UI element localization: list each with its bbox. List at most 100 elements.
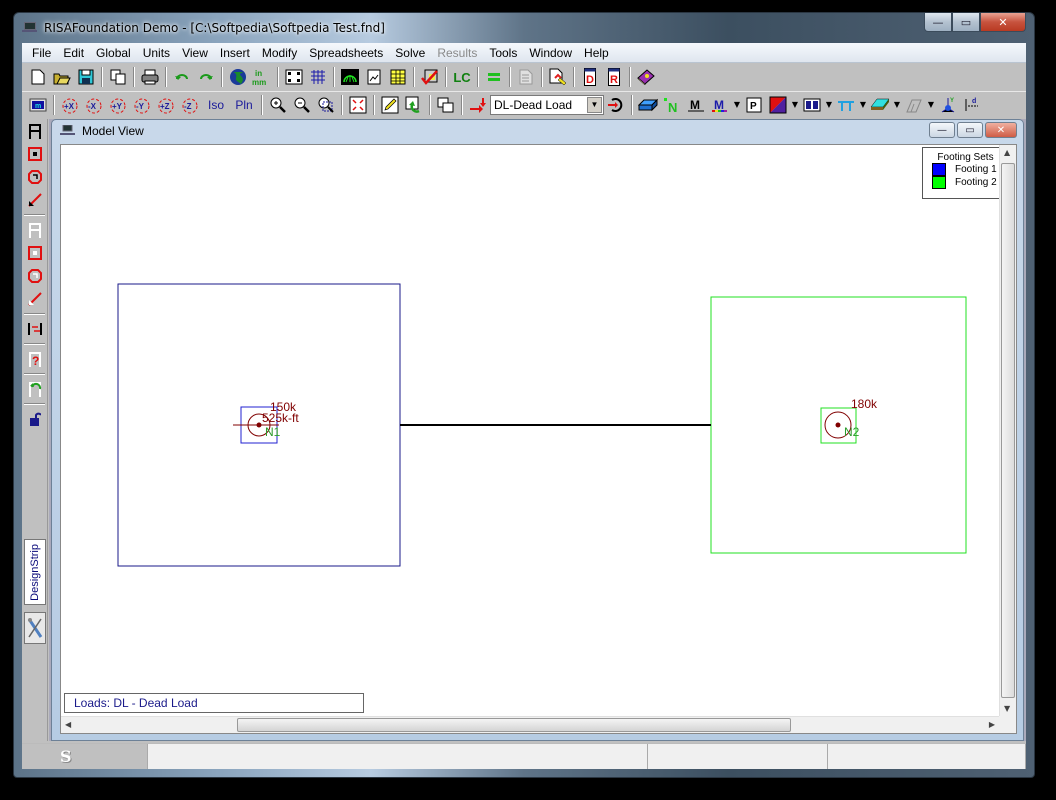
- rotate-minus-x-button[interactable]: -X: [83, 94, 105, 116]
- child-minimize-button[interactable]: —: [929, 122, 955, 138]
- maximize-button[interactable]: ▭: [952, 13, 980, 32]
- pile-button[interactable]: P: [743, 94, 765, 116]
- apply-load-button[interactable]: [467, 94, 489, 116]
- save-selection-button[interactable]: [24, 378, 46, 400]
- scroll-up-icon[interactable]: ▲: [1004, 148, 1010, 157]
- plan-view-button[interactable]: Pln: [231, 94, 257, 116]
- design-d-button[interactable]: D: [579, 66, 601, 88]
- units-button[interactable]: in mm: [251, 66, 273, 88]
- global-axes-button[interactable]: Y: [937, 94, 959, 116]
- design-tool-button[interactable]: [24, 612, 46, 644]
- menu-global[interactable]: Global: [90, 46, 137, 60]
- design-strip-tab[interactable]: DesignStrip: [24, 539, 46, 605]
- global-parameters-button[interactable]: [227, 66, 249, 88]
- moment-button[interactable]: M: [685, 94, 707, 116]
- model-canvas-viewport[interactable]: 150k 525k-ft N1 180k N2 Footing Sets Foo…: [60, 144, 1017, 734]
- dropdown-arrow-icon[interactable]: ▼: [858, 100, 868, 109]
- zoom-in-button[interactable]: [267, 94, 289, 116]
- select-all-button[interactable]: [24, 120, 46, 142]
- rotate-minus-z-button[interactable]: -Z: [179, 94, 201, 116]
- recall-load-button[interactable]: [605, 94, 627, 116]
- rotate-plus-y-button[interactable]: +Y: [107, 94, 129, 116]
- drawing-grid-button[interactable]: [283, 66, 305, 88]
- polygon-unselect-button[interactable]: [24, 265, 46, 287]
- design-r-button[interactable]: R: [603, 66, 625, 88]
- menu-solve[interactable]: Solve: [389, 46, 431, 60]
- undo-button[interactable]: [171, 66, 193, 88]
- horizontal-scroll-thumb[interactable]: [237, 718, 791, 732]
- vertical-scroll-thumb[interactable]: [1001, 163, 1015, 698]
- dimension-button[interactable]: d: [961, 94, 983, 116]
- soil-button[interactable]: [869, 94, 891, 116]
- isometric-view-button[interactable]: Iso: [203, 94, 229, 116]
- dropdown-arrow-icon[interactable]: ▼: [892, 100, 902, 109]
- node-n2[interactable]: [835, 422, 841, 428]
- page-view-button[interactable]: [363, 66, 385, 88]
- modify-button[interactable]: [403, 94, 425, 116]
- box-unselect-button[interactable]: [24, 242, 46, 264]
- spreadsheet-button[interactable]: [387, 66, 409, 88]
- child-restore-button[interactable]: ▭: [957, 122, 983, 138]
- load-combinations-button[interactable]: LC: [451, 66, 473, 88]
- edit-report-button[interactable]: [547, 66, 569, 88]
- lock-button[interactable]: [24, 408, 46, 430]
- results-view-button[interactable]: [339, 66, 361, 88]
- model-view-titlebar[interactable]: Model View: [60, 124, 144, 138]
- size-grip[interactable]: [999, 716, 1016, 733]
- print-button[interactable]: [139, 66, 161, 88]
- menu-view[interactable]: View: [176, 46, 214, 60]
- menu-modify[interactable]: Modify: [256, 46, 303, 60]
- load-case-select[interactable]: DL-Dead Load ▼: [490, 94, 604, 115]
- save-button[interactable]: [75, 66, 97, 88]
- redo-button[interactable]: [195, 66, 217, 88]
- menu-spreadsheets[interactable]: Spreadsheets: [303, 46, 389, 60]
- copy-button[interactable]: [107, 66, 129, 88]
- model-view-button[interactable]: m: [27, 94, 49, 116]
- dropdown-arrow-icon[interactable]: ▼: [926, 100, 936, 109]
- full-model-view-button[interactable]: [347, 94, 369, 116]
- open-file-button[interactable]: [51, 66, 73, 88]
- beam-button[interactable]: [835, 94, 857, 116]
- node-n1[interactable]: [256, 422, 262, 428]
- chevron-down-icon[interactable]: ▼: [587, 96, 602, 113]
- menu-help[interactable]: Help: [578, 46, 615, 60]
- horizontal-scrollbar[interactable]: ◀ ▶: [61, 716, 999, 733]
- line-select-button[interactable]: [24, 189, 46, 211]
- draw-button[interactable]: [379, 94, 401, 116]
- scroll-right-icon[interactable]: ▶: [989, 720, 995, 729]
- rotate-plus-x-button[interactable]: +X: [59, 94, 81, 116]
- scroll-left-icon[interactable]: ◀: [65, 720, 71, 729]
- menu-window[interactable]: Window: [523, 46, 578, 60]
- zoom-out-button[interactable]: [291, 94, 313, 116]
- line-unselect-button[interactable]: [24, 288, 46, 310]
- dropdown-arrow-icon[interactable]: ▼: [824, 100, 834, 109]
- slab-button[interactable]: [637, 94, 659, 116]
- dropdown-arrow-icon[interactable]: ▼: [732, 100, 742, 109]
- title-bar[interactable]: RISAFoundation Demo - [C:\Softpedia\Soft…: [14, 13, 1034, 43]
- vertical-scrollbar[interactable]: ▲ ▼: [999, 145, 1016, 716]
- wall-button[interactable]: [903, 94, 925, 116]
- close-button[interactable]: ✕: [980, 13, 1026, 32]
- clone-view-button[interactable]: [435, 94, 457, 116]
- help-button[interactable]: [635, 66, 657, 88]
- rotate-minus-y-button[interactable]: -Y: [131, 94, 153, 116]
- menu-units[interactable]: Units: [137, 46, 176, 60]
- new-file-button[interactable]: [27, 66, 49, 88]
- moment-color-button[interactable]: M: [709, 94, 731, 116]
- strip-button[interactable]: [801, 94, 823, 116]
- equal-button[interactable]: [483, 66, 505, 88]
- minimize-button[interactable]: —: [924, 13, 952, 32]
- criteria-select-button[interactable]: ?: [24, 348, 46, 370]
- menu-file[interactable]: File: [26, 46, 57, 60]
- menu-insert[interactable]: Insert: [214, 46, 256, 60]
- polygon-select-button[interactable]: [24, 166, 46, 188]
- node-button[interactable]: N: [661, 94, 683, 116]
- model-check-button[interactable]: [419, 66, 441, 88]
- project-grid-button[interactable]: [307, 66, 329, 88]
- unselect-all-button[interactable]: [24, 219, 46, 241]
- dropdown-arrow-icon[interactable]: ▼: [790, 100, 800, 109]
- menu-tools[interactable]: Tools: [483, 46, 523, 60]
- model-canvas[interactable]: 150k 525k-ft N1 180k N2: [61, 145, 997, 690]
- rotate-plus-z-button[interactable]: +Z: [155, 94, 177, 116]
- invert-selection-button[interactable]: [24, 318, 46, 340]
